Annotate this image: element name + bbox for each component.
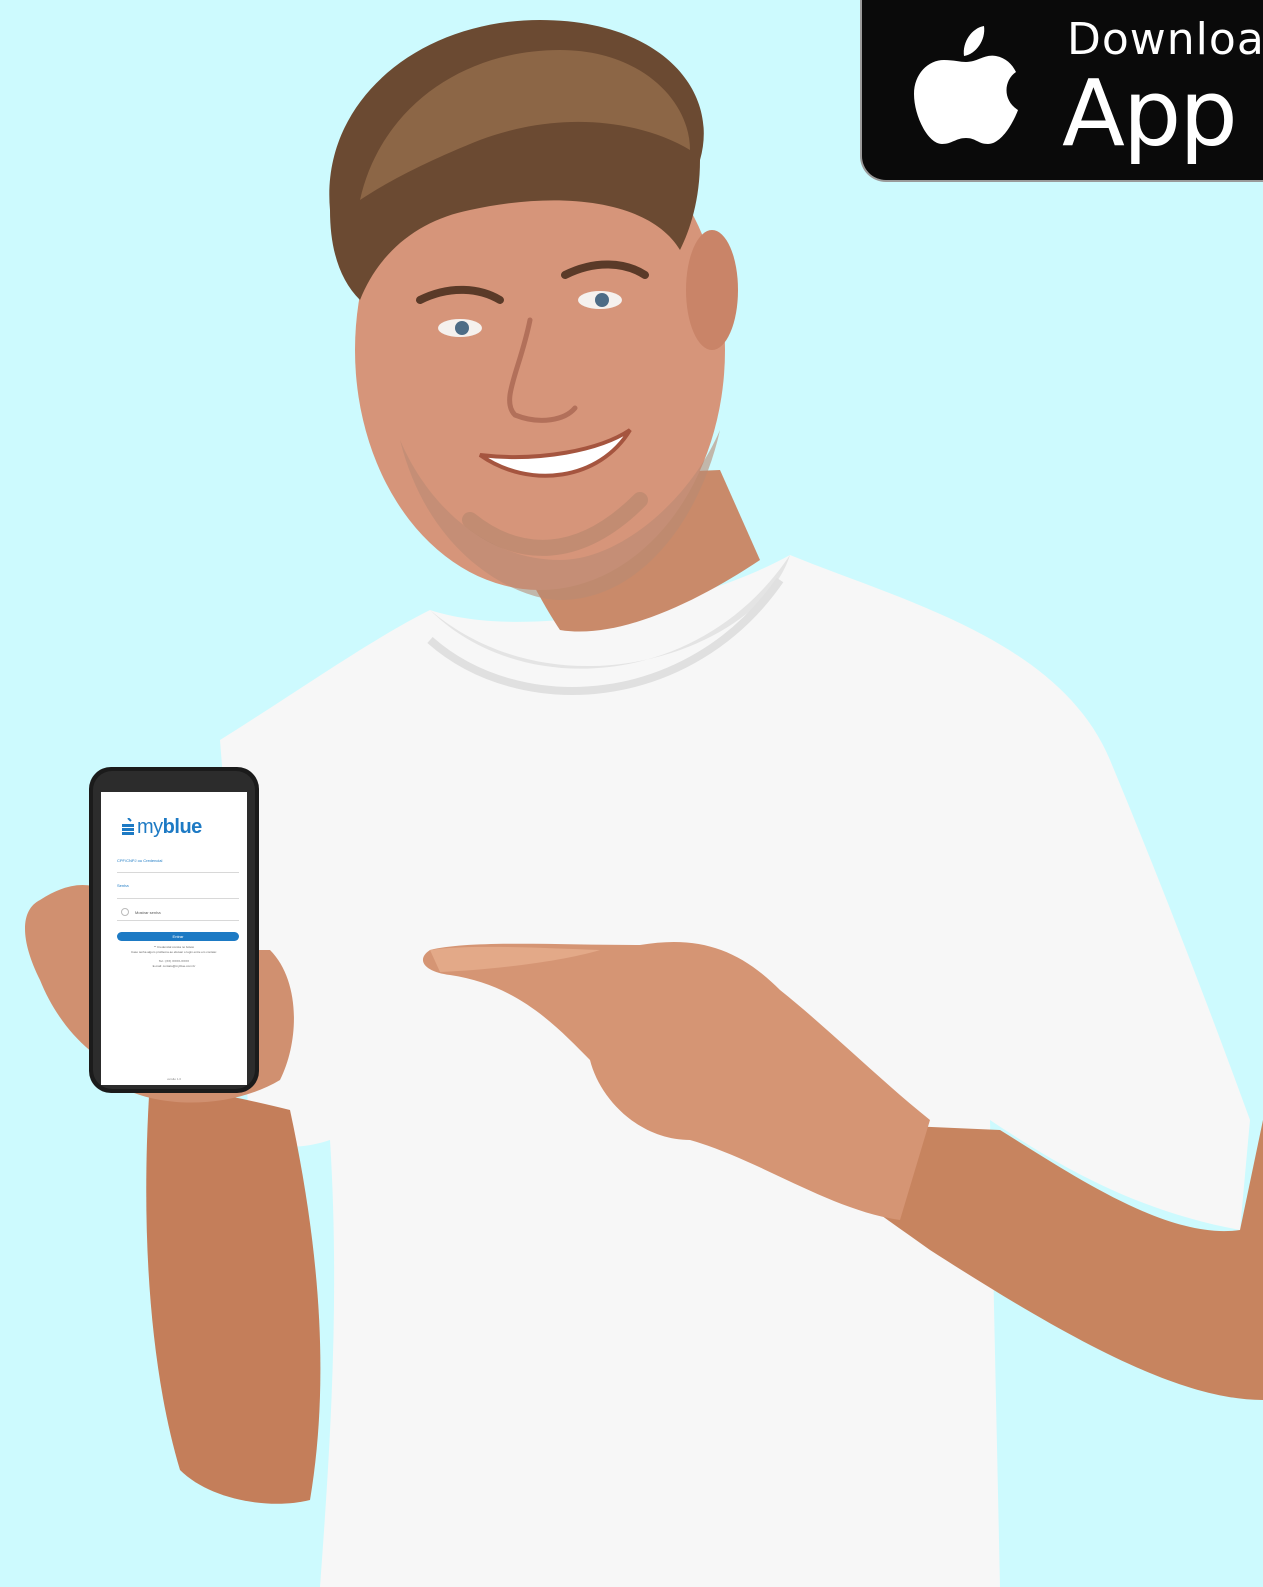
- show-password-toggle[interactable]: [121, 908, 129, 916]
- logo-text-light: my: [137, 815, 163, 838]
- show-password-row[interactable]: Mostrar senha: [121, 908, 161, 916]
- login-field-label: CPF/CNPJ ou Credencial: [117, 858, 163, 863]
- enter-button[interactable]: Entrar: [117, 932, 239, 941]
- password-field[interactable]: [117, 898, 239, 899]
- login-field[interactable]: [117, 872, 239, 873]
- left-arm: [146, 1080, 321, 1504]
- apple-icon: [914, 26, 1018, 144]
- show-password-label: Mostrar senha: [135, 909, 161, 915]
- myblue-logo-icon: [122, 818, 134, 835]
- phone-screen: myblue CPF/CNPJ ou Credencial Senha Most…: [101, 792, 247, 1085]
- app-store-badge[interactable]: Download on the App Store: [860, 0, 1263, 182]
- info-line-1: ** Credencial consta no boleto: [153, 945, 195, 949]
- logo-text-bold: blue: [162, 815, 203, 838]
- divider: [117, 920, 239, 921]
- info-line-2: Caso tenha algum problema ao efetuar o l…: [131, 950, 217, 954]
- badge-line-2: App Store: [1062, 60, 1263, 167]
- myblue-logo: myblue: [121, 812, 202, 842]
- badge-line-1: Download on the: [1067, 14, 1263, 65]
- info-line-4: E-mail: contato@myblue.com.br: [152, 964, 196, 968]
- info-line-3: Tel.: (XX) XXXX-XXXX: [158, 959, 190, 963]
- password-field-label: Senha: [117, 883, 129, 888]
- app-version: versão 1.0: [166, 1077, 181, 1081]
